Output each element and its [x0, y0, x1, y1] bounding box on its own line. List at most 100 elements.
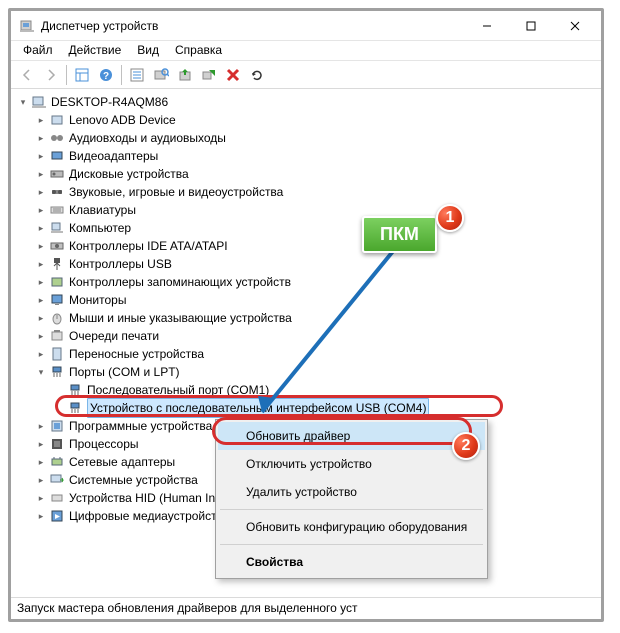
tree-item-com1[interactable]: Последовательный порт (COM1) — [11, 381, 601, 399]
context-menu: Обновить драйвер Отключить устройство Уд… — [215, 419, 488, 579]
menu-help[interactable]: Справка — [167, 41, 230, 60]
minimize-button[interactable] — [465, 12, 509, 40]
close-button[interactable] — [553, 12, 597, 40]
caret-closed-icon[interactable]: ▸ — [35, 312, 47, 324]
device-tree[interactable]: ▾ DESKTOP-R4AQM86 ▸ Lenovo ADB Device ▸ Ауд… — [11, 89, 601, 597]
category-label: Мониторы — [69, 291, 126, 309]
device-category-icon — [49, 346, 65, 362]
caret-closed-icon[interactable]: ▸ — [35, 330, 47, 342]
caret-closed-icon[interactable]: ▸ — [35, 276, 47, 288]
device-category-icon — [49, 238, 65, 254]
refresh-button[interactable] — [245, 63, 269, 87]
com1-label: Последовательный порт (COM1) — [87, 381, 269, 399]
caret-closed-icon[interactable]: ▸ — [35, 348, 47, 360]
device-category-icon — [49, 310, 65, 326]
tree-category[interactable]: ▸ Аудиовходы и аудиовыходы — [11, 129, 601, 147]
caret-closed-icon[interactable]: ▸ — [35, 438, 47, 450]
disable-device-button[interactable] — [197, 63, 221, 87]
caret-closed-icon[interactable]: ▸ — [35, 222, 47, 234]
caret-closed-icon[interactable]: ▸ — [35, 474, 47, 486]
caret-closed-icon[interactable]: ▸ — [35, 420, 47, 432]
tree-category-ports[interactable]: ▾ Порты (COM и LPT) — [11, 363, 601, 381]
caret-closed-icon[interactable]: ▸ — [35, 240, 47, 252]
tree-category[interactable]: ▸ Контроллеры USB — [11, 255, 601, 273]
menu-action[interactable]: Действие — [61, 41, 130, 60]
caret-closed-icon[interactable]: ▸ — [35, 492, 47, 504]
tree-category[interactable]: ▸Мыши и иные указывающие устройства — [11, 309, 601, 327]
category-label: Устройства HID (Human Inte — [69, 489, 225, 507]
caret-open-icon[interactable]: ▾ — [35, 366, 47, 378]
device-category-icon — [49, 184, 65, 200]
tree-category[interactable]: ▸ Lenovo ADB Device — [11, 111, 601, 129]
context-scan-hardware[interactable]: Обновить конфигурацию оборудования — [218, 513, 485, 541]
menubar: Файл Действие Вид Справка — [11, 41, 601, 61]
device-category-icon — [49, 454, 65, 470]
scan-button[interactable] — [149, 63, 173, 87]
tree-category[interactable]: ▸Клавиатуры — [11, 201, 601, 219]
caret-closed-icon[interactable]: ▸ — [35, 510, 47, 522]
device-category-icon — [49, 220, 65, 236]
toolbar: ? — [11, 61, 601, 89]
window-title: Диспетчер устройств — [41, 19, 465, 33]
category-label: Lenovo ADB Device — [69, 111, 176, 129]
device-category-icon — [49, 202, 65, 218]
caret-open-icon[interactable]: ▾ — [17, 96, 29, 108]
properties-button[interactable] — [125, 63, 149, 87]
tree-category[interactable]: ▸ Переносные устройства — [11, 345, 601, 363]
device-category-icon — [49, 418, 65, 434]
forward-button[interactable] — [39, 63, 63, 87]
callout-badge-1: 1 — [436, 204, 464, 232]
device-category-icon — [49, 292, 65, 308]
category-label: Звуковые, игровые и видеоустройства — [69, 183, 283, 201]
tree-item-usb-serial[interactable]: Устройство с последовательным интерфейсо… — [11, 399, 601, 417]
tree-category[interactable]: ▸Контроллеры IDE ATA/ATAPI — [11, 237, 601, 255]
menu-view[interactable]: Вид — [129, 41, 167, 60]
usb-serial-label: Устройство с последовательным интерфейсо… — [90, 401, 426, 415]
ports-icon — [49, 364, 65, 380]
caret-closed-icon[interactable]: ▸ — [35, 456, 47, 468]
device-category-icon — [49, 166, 65, 182]
separator — [121, 65, 122, 85]
tree-category[interactable]: ▸ Очереди печати — [11, 327, 601, 345]
uninstall-button[interactable] — [221, 63, 245, 87]
category-label: Цифровые медиаустройства — [69, 507, 230, 525]
separator — [220, 544, 483, 545]
back-button[interactable] — [15, 63, 39, 87]
caret-closed-icon[interactable]: ▸ — [35, 132, 47, 144]
context-uninstall-device[interactable]: Удалить устройство — [218, 478, 485, 506]
tree-category[interactable]: ▸Видеоадаптеры — [11, 147, 601, 165]
context-disable-device[interactable]: Отключить устройство — [218, 450, 485, 478]
caret-closed-icon[interactable]: ▸ — [35, 186, 47, 198]
category-label: Контроллеры USB — [69, 255, 172, 273]
show-hide-button[interactable] — [70, 63, 94, 87]
device-manager-window: Диспетчер устройств Файл Действие Вид Сп… — [8, 8, 604, 622]
port-icon — [67, 400, 83, 416]
help-button[interactable]: ? — [94, 63, 118, 87]
menu-file[interactable]: Файл — [15, 41, 61, 60]
caret-closed-icon[interactable]: ▸ — [35, 204, 47, 216]
tree-category[interactable]: ▸ Мониторы — [11, 291, 601, 309]
category-label: Процессоры — [69, 435, 139, 453]
separator — [220, 509, 483, 510]
context-properties[interactable]: Свойства — [218, 548, 485, 576]
caret-closed-icon[interactable]: ▸ — [35, 114, 47, 126]
tree-root[interactable]: ▾ DESKTOP-R4AQM86 — [11, 93, 601, 111]
category-label: Переносные устройства — [69, 345, 204, 363]
caret-closed-icon[interactable]: ▸ — [35, 258, 47, 270]
category-label: Аудиовходы и аудиовыходы — [69, 129, 226, 147]
statusbar: Запуск мастера обновления драйверов для … — [11, 597, 601, 619]
category-label: Очереди печати — [69, 327, 159, 345]
tree-category[interactable]: ▸ Дисковые устройства — [11, 165, 601, 183]
tree-category[interactable]: ▸ Звуковые, игровые и видеоустройства — [11, 183, 601, 201]
device-category-icon — [49, 328, 65, 344]
category-label: Системные устройства — [69, 471, 198, 489]
update-driver-button[interactable] — [173, 63, 197, 87]
category-label: Дисковые устройства — [69, 165, 189, 183]
caret-closed-icon[interactable]: ▸ — [35, 150, 47, 162]
tree-category[interactable]: ▸Контроллеры запоминающих устройств — [11, 273, 601, 291]
context-update-driver[interactable]: Обновить драйвер — [218, 422, 485, 450]
caret-closed-icon[interactable]: ▸ — [35, 294, 47, 306]
tree-category[interactable]: ▸Компьютер — [11, 219, 601, 237]
maximize-button[interactable] — [509, 12, 553, 40]
caret-closed-icon[interactable]: ▸ — [35, 168, 47, 180]
